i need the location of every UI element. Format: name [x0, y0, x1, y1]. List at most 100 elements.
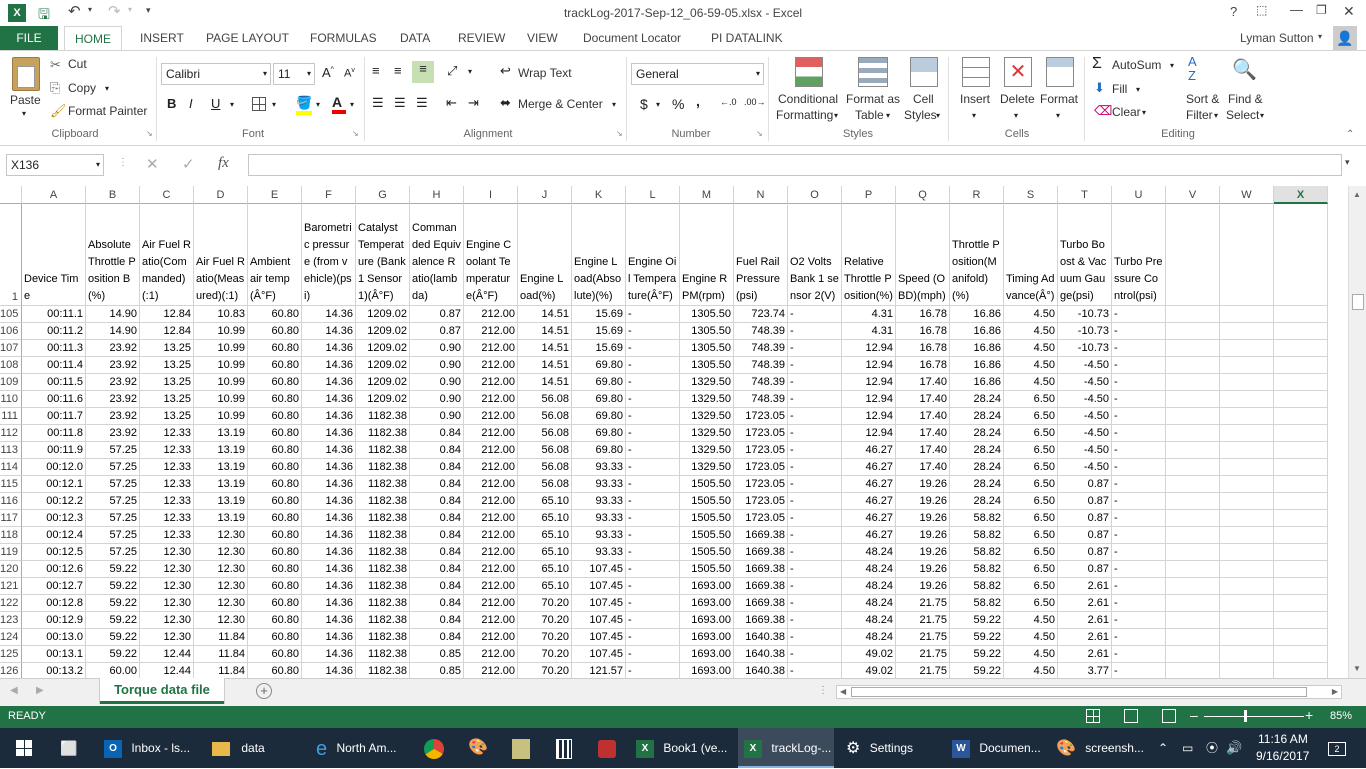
- table-cell[interactable]: 1505.50: [680, 544, 734, 561]
- table-cell[interactable]: 00:12.4: [22, 527, 86, 544]
- table-cell[interactable]: 12.30: [140, 612, 194, 629]
- table-cell[interactable]: 56.08: [518, 408, 572, 425]
- table-cell[interactable]: 1329.50: [680, 442, 734, 459]
- table-cell[interactable]: 1505.50: [680, 510, 734, 527]
- column-title[interactable]: Engine Oil Temperature(Â°F): [626, 204, 680, 306]
- table-cell[interactable]: 1693.00: [680, 629, 734, 646]
- table-cell[interactable]: 1182.38: [356, 612, 410, 629]
- table-cell[interactable]: [1274, 612, 1328, 629]
- table-cell[interactable]: 57.25: [86, 459, 140, 476]
- table-cell[interactable]: -: [788, 459, 842, 476]
- column-title[interactable]: [1274, 204, 1328, 306]
- table-cell[interactable]: 1182.38: [356, 527, 410, 544]
- cell-styles-label2[interactable]: Styles: [904, 108, 937, 122]
- page-break-view-icon[interactable]: [1162, 709, 1176, 723]
- table-cell[interactable]: 0.84: [410, 612, 464, 629]
- table-cell[interactable]: 14.51: [518, 374, 572, 391]
- table-cell[interactable]: 60.80: [248, 391, 302, 408]
- table-cell[interactable]: 12.94: [842, 425, 896, 442]
- table-cell[interactable]: 1505.50: [680, 561, 734, 578]
- table-cell[interactable]: 2.61: [1058, 612, 1112, 629]
- table-cell[interactable]: [1166, 578, 1220, 595]
- table-cell[interactable]: -: [1112, 306, 1166, 323]
- avatar[interactable]: 👤: [1333, 26, 1357, 50]
- table-cell[interactable]: 14.36: [302, 374, 356, 391]
- row-header[interactable]: 119: [0, 544, 22, 561]
- table-cell[interactable]: 59.22: [950, 629, 1004, 646]
- table-cell[interactable]: 121.57: [572, 663, 626, 678]
- table-cell[interactable]: 60.80: [248, 629, 302, 646]
- table-cell[interactable]: 12.33: [140, 476, 194, 493]
- normal-view-icon[interactable]: [1086, 709, 1100, 723]
- table-cell[interactable]: 14.36: [302, 629, 356, 646]
- table-cell[interactable]: 65.10: [518, 527, 572, 544]
- scroll-left-icon[interactable]: ◀: [840, 687, 846, 696]
- delete-cells-button[interactable]: Delete: [1000, 92, 1035, 106]
- column-title[interactable]: Engine Load(%): [518, 204, 572, 306]
- table-cell[interactable]: 14.36: [302, 578, 356, 595]
- taskbar-book1[interactable]: X Book1 (ve...: [636, 728, 732, 768]
- action-center-icon[interactable]: 2: [1322, 728, 1352, 768]
- number-format-select[interactable]: General ▾: [631, 63, 764, 85]
- sheet-next-icon[interactable]: ▶: [36, 685, 44, 696]
- table-cell[interactable]: 14.36: [302, 612, 356, 629]
- table-cell[interactable]: -: [626, 646, 680, 663]
- row-header[interactable]: 113: [0, 442, 22, 459]
- table-cell[interactable]: 12.94: [842, 340, 896, 357]
- table-cell[interactable]: 14.36: [302, 544, 356, 561]
- column-header-v[interactable]: V: [1166, 186, 1220, 204]
- table-cell[interactable]: 60.80: [248, 425, 302, 442]
- table-cell[interactable]: [1166, 442, 1220, 459]
- find-select-label2[interactable]: Select: [1226, 108, 1259, 122]
- table-cell[interactable]: 46.27: [842, 442, 896, 459]
- table-cell[interactable]: -: [1112, 340, 1166, 357]
- table-cell[interactable]: 23.92: [86, 340, 140, 357]
- calculator-icon[interactable]: [556, 728, 578, 768]
- table-cell[interactable]: 17.40: [896, 374, 950, 391]
- table-cell[interactable]: -: [1112, 612, 1166, 629]
- table-cell[interactable]: 212.00: [464, 442, 518, 459]
- table-cell[interactable]: 58.82: [950, 527, 1004, 544]
- table-cell[interactable]: 00:12.8: [22, 595, 86, 612]
- table-cell[interactable]: 16.86: [950, 306, 1004, 323]
- table-cell[interactable]: 48.24: [842, 612, 896, 629]
- table-cell[interactable]: 65.10: [518, 510, 572, 527]
- table-cell[interactable]: [1166, 561, 1220, 578]
- table-cell[interactable]: 58.82: [950, 578, 1004, 595]
- table-cell[interactable]: 19.26: [896, 561, 950, 578]
- table-cell[interactable]: 0.90: [410, 391, 464, 408]
- table-cell[interactable]: 23.92: [86, 374, 140, 391]
- increase-indent-icon[interactable]: ⇥: [468, 95, 479, 111]
- table-cell[interactable]: -: [788, 527, 842, 544]
- table-cell[interactable]: 60.80: [248, 357, 302, 374]
- paint-icon[interactable]: 🎨: [468, 728, 490, 768]
- table-cell[interactable]: -: [626, 374, 680, 391]
- table-cell[interactable]: [1220, 578, 1274, 595]
- table-cell[interactable]: 1669.38: [734, 612, 788, 629]
- table-cell[interactable]: [1274, 374, 1328, 391]
- column-header-f[interactable]: F: [302, 186, 356, 204]
- task-view-icon[interactable]: ⬜: [60, 728, 84, 768]
- table-cell[interactable]: 212.00: [464, 578, 518, 595]
- table-cell[interactable]: 0.87: [1058, 493, 1112, 510]
- table-cell[interactable]: -: [1112, 391, 1166, 408]
- table-cell[interactable]: 1669.38: [734, 578, 788, 595]
- table-cell[interactable]: 212.00: [464, 561, 518, 578]
- table-cell[interactable]: 12.84: [140, 306, 194, 323]
- table-cell[interactable]: 12.33: [140, 527, 194, 544]
- table-cell[interactable]: 00:11.2: [22, 323, 86, 340]
- column-header-n[interactable]: N: [734, 186, 788, 204]
- table-cell[interactable]: [1274, 408, 1328, 425]
- table-cell[interactable]: 6.50: [1004, 527, 1058, 544]
- column-header-g[interactable]: G: [356, 186, 410, 204]
- table-cell[interactable]: 1693.00: [680, 578, 734, 595]
- tab-insert[interactable]: INSERT: [140, 26, 184, 50]
- table-cell[interactable]: 13.25: [140, 408, 194, 425]
- zoom-slider[interactable]: [1204, 710, 1304, 722]
- table-cell[interactable]: 14.36: [302, 595, 356, 612]
- formula-input[interactable]: [248, 154, 1342, 176]
- close-button[interactable]: ✕: [1343, 3, 1355, 20]
- table-cell[interactable]: 12.30: [140, 578, 194, 595]
- table-cell[interactable]: 1640.38: [734, 646, 788, 663]
- table-cell[interactable]: 70.20: [518, 663, 572, 678]
